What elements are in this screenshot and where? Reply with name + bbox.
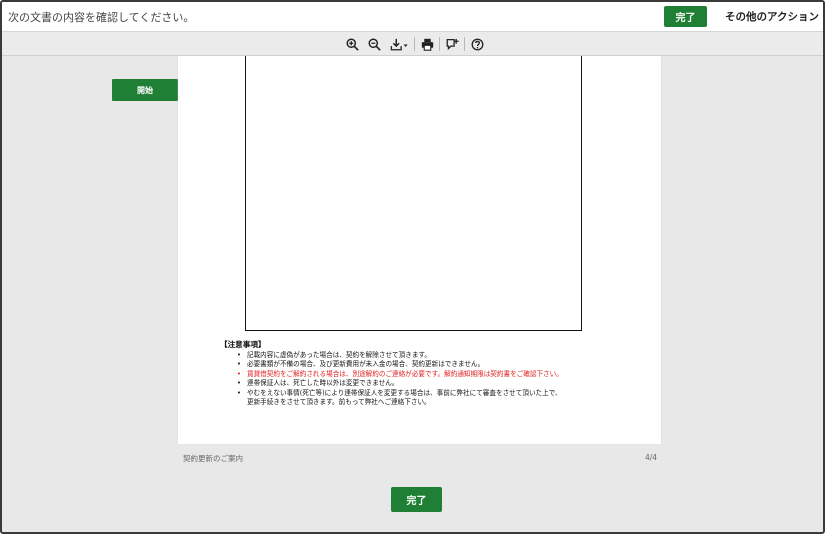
note-item: 記載内容に虚偽があった場合は、契約を解除させて頂きます。 bbox=[237, 351, 640, 361]
document-form-area bbox=[245, 56, 582, 331]
help-icon bbox=[471, 38, 483, 50]
note-item-highlight: 賃貸借契約をご解約される場合は、別途解約のご連絡が必要です。解約通知期限は契約書… bbox=[237, 370, 640, 380]
download-icon bbox=[390, 38, 408, 50]
document-toolbar bbox=[2, 32, 823, 56]
zoom-in-icon bbox=[345, 37, 359, 51]
finish-button-top[interactable]: 完了 bbox=[664, 6, 707, 27]
zoom-out-button[interactable] bbox=[363, 35, 385, 53]
notes-title: 【注意事項】 bbox=[220, 340, 266, 349]
comment-icon bbox=[446, 38, 459, 50]
toolbar-divider bbox=[414, 37, 415, 51]
note-item: やむをえない事情(死亡等)により連帯保証人を変更する場合は、事前に弊社にて審査を… bbox=[237, 389, 640, 408]
note-item: 必要書類が不備の場合、及び更新費用が未入金の場合、契約更新はできません。 bbox=[237, 360, 640, 370]
document-page: 【注意事項】 記載内容に虚偽があった場合は、契約を解除させて頂きます。 必要書類… bbox=[178, 56, 661, 444]
finish-button-bottom[interactable]: 完了 bbox=[391, 487, 442, 512]
note-item: 連帯保証人は、死亡した時以外は変更できません。 bbox=[237, 379, 640, 389]
other-actions-menu[interactable]: その他のアクション bbox=[725, 9, 819, 24]
notes-list: 記載内容に虚偽があった場合は、契約を解除させて頂きます。 必要書類が不備の場合、… bbox=[220, 351, 640, 408]
comment-button[interactable] bbox=[441, 35, 463, 53]
document-name: 契約更新のご案内 bbox=[183, 454, 243, 463]
print-button[interactable] bbox=[416, 35, 438, 53]
start-button[interactable]: 開始 bbox=[112, 79, 178, 101]
print-icon bbox=[421, 38, 433, 51]
zoom-in-button[interactable] bbox=[341, 35, 363, 53]
help-button[interactable] bbox=[466, 35, 488, 53]
header-bar: 次の文書の内容を確認してください。 完了 その他のアクション bbox=[2, 2, 823, 32]
notes-section: 【注意事項】 記載内容に虚偽があった場合は、契約を解除させて頂きます。 必要書類… bbox=[220, 340, 640, 408]
instruction-text: 次の文書の内容を確認してください。 bbox=[8, 11, 195, 24]
toolbar-divider bbox=[439, 37, 440, 51]
toolbar-buttons bbox=[341, 35, 488, 53]
app-window: 次の文書の内容を確認してください。 完了 その他のアクション 開始 【注意事項】… bbox=[0, 0, 825, 534]
toolbar-divider bbox=[464, 37, 465, 51]
zoom-out-icon bbox=[367, 37, 381, 51]
download-button[interactable] bbox=[385, 35, 413, 53]
page-indicator: 4/4 bbox=[645, 453, 658, 462]
